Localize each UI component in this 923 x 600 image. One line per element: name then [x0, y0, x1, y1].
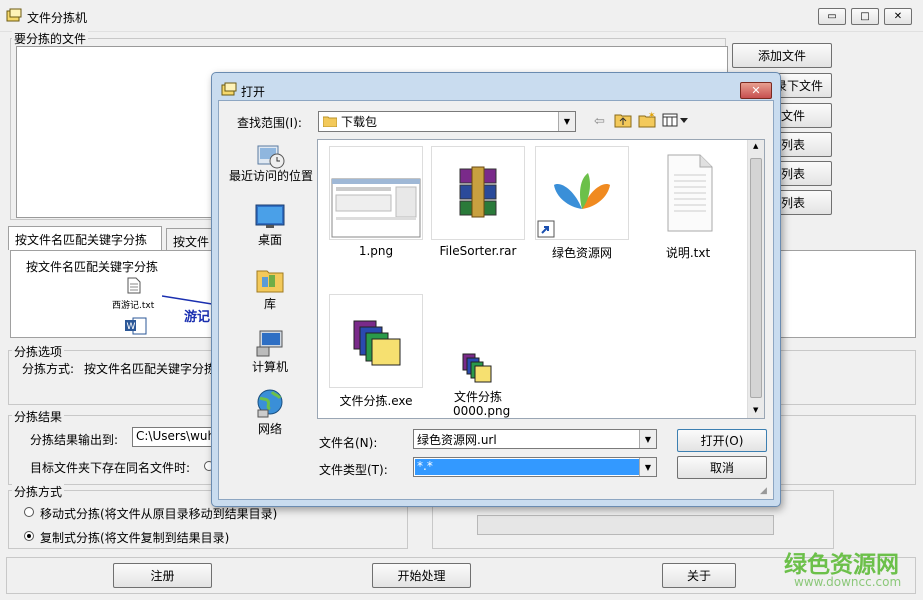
maximize-button[interactable]: □: [851, 8, 879, 25]
method-group-label: 分拣方式: [12, 483, 65, 500]
scroll-up-icon: ▲: [753, 142, 759, 150]
output-path-field[interactable]: C:\Users\wuha: [132, 427, 214, 447]
filename-input[interactable]: 绿色资源网.url ▼: [413, 429, 657, 449]
file-name: 1.png: [358, 244, 394, 258]
filename-label: 文件名(N):: [319, 436, 378, 450]
file-name: 说明.txt: [665, 246, 711, 260]
scroll-down-icon: ▼: [753, 406, 759, 414]
chevron-down-icon[interactable]: ▼: [639, 458, 656, 476]
copy-mode-label: 复制式分拣(将文件复制到结果目录): [40, 531, 230, 545]
word-file-icon: W: [124, 316, 148, 336]
text-document-icon: [641, 146, 735, 240]
file-view-scrollbar[interactable]: ▲ ▼: [747, 140, 764, 418]
file-item-exe[interactable]: 文件分拣.exe: [326, 294, 426, 409]
place-computer[interactable]: 计算机: [228, 328, 312, 375]
filetype-label: 文件类型(T):: [319, 463, 388, 477]
conflict-label: 目标文件夹下存在同名文件时:: [30, 461, 191, 475]
move-mode-label: 移动式分拣(将文件从原目录移动到结果目录): [40, 507, 278, 521]
winrar-archive-icon: [431, 146, 525, 240]
file-view[interactable]: 1.png FileSorter.rar 绿色资源网 说明.txt 文件分拣.e…: [317, 139, 765, 419]
result-group-label: 分拣结果: [12, 408, 65, 425]
app-small-icon: [461, 350, 495, 386]
tab-panel-heading: 按文件名匹配关键字分拣: [26, 260, 159, 274]
keyword-label: 游记: [184, 310, 211, 325]
watermark-text: 绿色资源网: [784, 552, 899, 578]
recent-places-icon: [255, 140, 285, 170]
move-mode-radio[interactable]: [24, 507, 34, 517]
view-menu-icon[interactable]: [662, 113, 690, 127]
watermark-url: www.downcc.com: [794, 575, 902, 589]
place-recent[interactable]: 最近访问的位置: [228, 140, 313, 183]
place-network[interactable]: 网络: [228, 388, 312, 437]
tab-filename-keyword[interactable]: 按文件名匹配关键字分拣: [8, 226, 162, 250]
add-file-button[interactable]: 添加文件: [732, 43, 832, 68]
shortcut-logo-icon: [535, 146, 629, 240]
app-exe-icon: [329, 294, 423, 388]
app-icon: [6, 8, 22, 22]
file-name: 文件分拣0000.png: [453, 390, 511, 418]
start-button[interactable]: 开始处理: [372, 563, 471, 588]
place-network-label: 网络: [257, 422, 282, 436]
title-bar: 文件分拣机 ▭ □ ✕: [0, 0, 923, 32]
file-item-url[interactable]: 绿色资源网: [532, 146, 632, 261]
dialog-title: 打开: [241, 85, 266, 99]
window-title: 文件分拣机: [27, 11, 88, 25]
files-group-label: 要分拣的文件: [12, 30, 89, 47]
place-libraries[interactable]: 库: [228, 265, 312, 312]
example-file-name: 西游记.txt: [112, 301, 155, 311]
mode-value: 按文件名匹配关键字分拣: [84, 362, 217, 376]
chevron-down-icon: ▼: [558, 112, 575, 131]
file-name: 绿色资源网: [551, 246, 612, 260]
cancel-button[interactable]: 取消: [677, 456, 767, 479]
lookin-value: 下载包: [341, 115, 378, 129]
options-group-label: 分拣选项: [12, 343, 65, 360]
open-button[interactable]: 打开(O): [677, 429, 767, 452]
chevron-down-icon[interactable]: ▼: [639, 430, 656, 448]
copy-mode-radio[interactable]: [24, 531, 34, 541]
filename-value: 绿色资源网.url: [417, 433, 497, 447]
folder-icon: [322, 115, 338, 128]
svg-text:W: W: [127, 322, 136, 332]
filetype-select[interactable]: *.* ▼: [413, 457, 657, 477]
filetype-value: *.*: [415, 459, 639, 475]
register-button[interactable]: 注册: [113, 563, 212, 588]
about-button[interactable]: 关于: [662, 563, 736, 588]
place-computer-label: 计算机: [251, 360, 288, 374]
close-button[interactable]: ✕: [884, 8, 912, 25]
file-item-1png[interactable]: 1.png: [326, 146, 426, 258]
arrow-line: [161, 294, 213, 306]
up-folder-icon[interactable]: [614, 112, 632, 128]
dialog-icon: [221, 82, 237, 96]
text-file-icon: [127, 277, 141, 294]
image-thumbnail-icon: [329, 146, 423, 240]
place-desktop[interactable]: 桌面: [228, 203, 312, 248]
file-item-png2[interactable]: 文件分拣0000.png: [430, 350, 526, 418]
progress-bar: [477, 515, 774, 535]
places-bar: 最近访问的位置 桌面 库 计算机 网络: [228, 135, 314, 436]
dialog-close-button[interactable]: ✕: [740, 82, 772, 99]
minimize-button[interactable]: ▭: [818, 8, 846, 25]
network-icon: [254, 388, 286, 420]
place-recent-label: 最近访问的位置: [228, 169, 313, 183]
place-desktop-label: 桌面: [257, 233, 282, 247]
file-name: 文件分拣.exe: [339, 394, 413, 408]
computer-icon: [254, 328, 286, 358]
scroll-thumb[interactable]: [750, 158, 762, 398]
new-folder-icon[interactable]: ✶: [638, 111, 656, 128]
place-libraries-label: 库: [263, 297, 276, 311]
file-name: FileSorter.rar: [439, 244, 517, 258]
lookin-label: 查找范围(I):: [237, 116, 302, 130]
svg-text:✶: ✶: [648, 111, 656, 121]
libraries-icon: [254, 265, 286, 295]
output-label: 分拣结果输出到:: [30, 433, 119, 447]
file-item-rar[interactable]: FileSorter.rar: [428, 146, 528, 258]
mode-label: 分拣方式:: [22, 362, 75, 376]
lookin-dropdown[interactable]: 下载包 ▼: [318, 111, 576, 132]
desktop-icon: [254, 203, 286, 231]
resize-grip-icon[interactable]: ◢: [760, 486, 767, 496]
back-icon[interactable]: ⇦: [594, 114, 605, 129]
file-item-txt[interactable]: 说明.txt: [638, 146, 738, 261]
